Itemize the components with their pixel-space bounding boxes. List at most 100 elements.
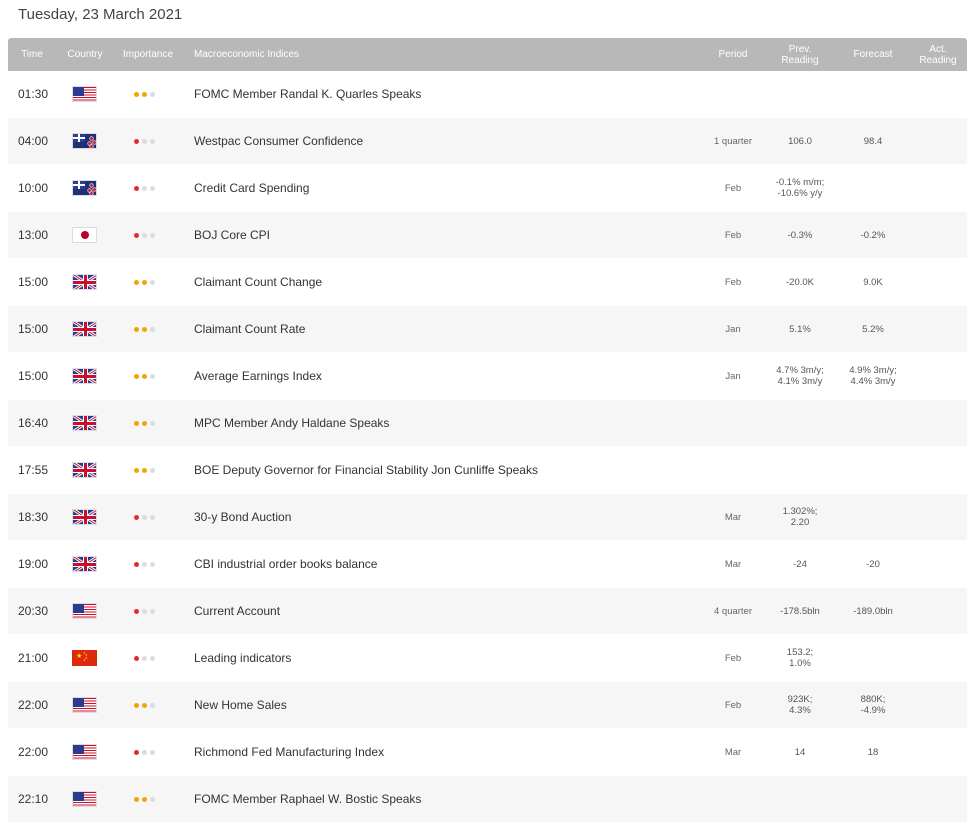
table-row[interactable]: 15:00 Claimant Count Change Feb -20.0K 9.0K: [8, 259, 967, 306]
importance-indicator: [134, 682, 164, 728]
importance-indicator: [134, 400, 164, 446]
event-name[interactable]: Westpac Consumer Confidence: [194, 118, 694, 164]
prev-reading: [770, 776, 830, 822]
importance-dot-icon: [134, 91, 139, 97]
prev-reading: -178.5bln: [780, 605, 820, 617]
actual-reading: [913, 541, 963, 587]
event-name[interactable]: BOJ Core CPI: [194, 212, 694, 258]
table-row[interactable]: 10:00 Credit Card Spending Feb -0.1% m/m; -…: [8, 165, 967, 212]
event-name[interactable]: FOMC Member Randal K. Quarles Speaks: [194, 71, 694, 117]
event-name[interactable]: Current Account: [194, 588, 694, 634]
event-time: 15:00: [18, 322, 49, 336]
prev-reading: -24: [793, 558, 807, 570]
actual-reading: [913, 165, 963, 211]
event-period: [698, 776, 768, 822]
table-row[interactable]: 22:10 FOMC Member Raphael W. Bostic Speak…: [8, 776, 967, 823]
table-row[interactable]: 21:00 ★ ★ ★ ★ ★ Leading indicators Feb 153.2; 1.…: [8, 635, 967, 682]
importance-dot-icon: [150, 655, 155, 661]
event-time: 15:00: [18, 369, 49, 383]
event-period: [698, 71, 768, 117]
event-name[interactable]: CBI industrial order books balance: [194, 541, 694, 587]
us-flag-icon: [72, 588, 97, 634]
prev-reading: 106.0: [788, 135, 812, 147]
event-name[interactable]: Credit Card Spending: [194, 165, 694, 211]
importance-dot-icon: [150, 326, 155, 332]
event-name[interactable]: Claimant Count Change: [194, 259, 694, 305]
header-importance[interactable]: Importance: [116, 49, 180, 60]
header-period[interactable]: Period: [708, 49, 758, 60]
event-period: Feb: [724, 699, 742, 711]
header-forecast[interactable]: Forecast: [840, 49, 906, 60]
event-period: Feb: [724, 652, 742, 664]
importance-dot-icon: [150, 91, 155, 97]
event-name[interactable]: MPC Member Andy Haldane Speaks: [194, 400, 694, 446]
table-row[interactable]: 22:00 Richmond Fed Manufacturing Index Mar…: [8, 729, 967, 776]
importance-dot-icon: [142, 608, 147, 614]
event-period: Mar: [724, 511, 742, 523]
table-row[interactable]: 15:00 Average Earnings Index Jan 4.7% 3m/y;…: [8, 353, 967, 400]
table-row[interactable]: 19:00 CBI industrial order books balance M…: [8, 541, 967, 588]
table-row[interactable]: 17:55 BOE Deputy Governor for Financial S…: [8, 447, 967, 494]
us-flag-icon: [72, 682, 97, 728]
actual-reading: [913, 306, 963, 352]
event-time: 20:30: [18, 604, 49, 618]
importance-indicator: [134, 588, 164, 634]
actual-reading: [913, 776, 963, 822]
header-time[interactable]: Time: [10, 49, 54, 60]
table-row[interactable]: 13:00 BOJ Core CPI Feb -0.3% -0.2%: [8, 212, 967, 259]
forecast-value: 9.0K: [863, 276, 883, 288]
prev-reading: 4.7% 3m/y; 4.1% 3m/y: [776, 365, 824, 387]
event-time: 22:00: [18, 745, 49, 759]
header-prev-reading[interactable]: Prev. Reading: [770, 44, 830, 66]
event-period: Mar: [724, 746, 742, 758]
importance-dot-icon: [150, 138, 155, 144]
header-prev-line2: Reading: [781, 55, 819, 66]
event-name[interactable]: Average Earnings Index: [194, 353, 694, 399]
table-row[interactable]: 22:00 New Home Sales Feb 923K; 4.3% 880K; -4…: [8, 682, 967, 729]
importance-indicator: [134, 306, 164, 352]
actual-reading: [913, 447, 963, 493]
event-name[interactable]: Richmond Fed Manufacturing Index: [194, 729, 694, 775]
event-name[interactable]: BOE Deputy Governor for Financial Stabil…: [194, 447, 694, 493]
date-title: Tuesday, 23 March 2021: [18, 6, 183, 23]
table-row[interactable]: 18:30 30-y Bond Auction Mar 1.302%; 2.20: [8, 494, 967, 541]
event-name[interactable]: Claimant Count Rate: [194, 306, 694, 352]
gb-flag-icon: [72, 400, 97, 446]
importance-dot-icon: [134, 749, 139, 755]
us-flag-icon: [72, 729, 97, 775]
event-name[interactable]: FOMC Member Raphael W. Bostic Speaks: [194, 776, 694, 822]
header-indices[interactable]: Macroeconomic Indices: [194, 49, 334, 60]
event-name[interactable]: Leading indicators: [194, 635, 694, 681]
event-name[interactable]: 30-y Bond Auction: [194, 494, 694, 540]
actual-reading: [913, 71, 963, 117]
table-row[interactable]: 01:30 FOMC Member Randal K. Quarles Speak…: [8, 71, 967, 118]
importance-dot-icon: [134, 326, 139, 332]
table-row[interactable]: 20:30 Current Account 4 quarter -178.5bln -1…: [8, 588, 967, 635]
event-time: 16:40: [18, 416, 49, 430]
table-row[interactable]: 16:40 MPC Member Andy Haldane Speaks: [8, 400, 967, 447]
forecast-value: [840, 635, 906, 681]
header-act-reading[interactable]: Act. Reading: [911, 44, 965, 66]
forecast-value: [840, 71, 906, 117]
importance-indicator: [134, 165, 164, 211]
table-row[interactable]: 04:00 Westpac Consumer Confidence 1 quarte…: [8, 118, 967, 165]
event-time: 19:00: [18, 557, 49, 571]
table-row[interactable]: 15:00 Claimant Count Rate Jan 5.1% 5.2%: [8, 306, 967, 353]
forecast-value: [840, 400, 906, 446]
event-time: 21:00: [18, 651, 49, 665]
prev-reading: -0.1% m/m; -10.6% y/y: [775, 177, 825, 199]
importance-dot-icon: [142, 514, 147, 520]
cn-flag-icon: ★ ★ ★ ★ ★: [72, 635, 97, 681]
actual-reading: [913, 635, 963, 681]
prev-reading: [770, 447, 830, 493]
importance-dot-icon: [142, 702, 147, 708]
header-country[interactable]: Country: [60, 49, 110, 60]
importance-dot-icon: [150, 467, 155, 473]
prev-reading: -0.3%: [787, 229, 813, 241]
event-period: 4 quarter: [713, 605, 753, 617]
forecast-value: -189.0bln: [853, 605, 893, 617]
event-period: [698, 447, 768, 493]
prev-reading: 1.302%; 2.20: [782, 506, 818, 528]
event-name[interactable]: New Home Sales: [194, 682, 694, 728]
importance-dot-icon: [150, 514, 155, 520]
